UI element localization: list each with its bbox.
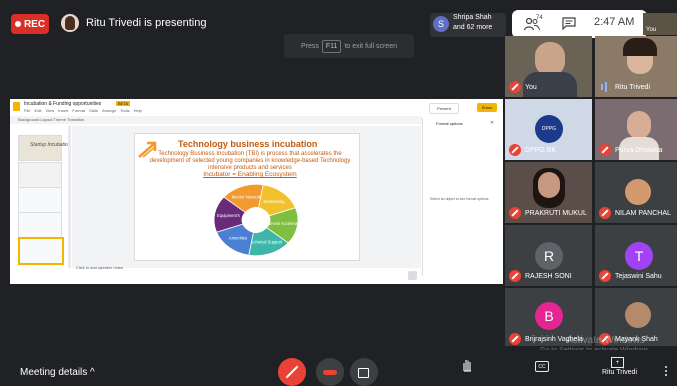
chip-name: Shripa Shah (453, 14, 492, 21)
slide-thumbnail (18, 187, 62, 213)
format-options-title: Format options (436, 121, 463, 126)
slide-thumbnail-selected (18, 237, 64, 265)
participant-name: DPPG BK (525, 147, 557, 154)
participant-tile-rajesh[interactable]: R RAJESH SONI (505, 225, 592, 286)
dppg-logo: DPPG (535, 115, 563, 143)
present-button: Present (429, 103, 459, 114)
slide-thumbnail (18, 162, 62, 188)
mic-toggle-button[interactable] (278, 358, 306, 386)
wheel-segment-label: Mentor Network (232, 195, 262, 200)
slides-toolbar: Background Layout Theme Transition (10, 116, 422, 124)
mic-off-icon (509, 81, 521, 93)
meeting-details-button[interactable]: Meeting details ^ (20, 367, 95, 378)
document-title: Incubation & Funding opportunities (24, 101, 102, 107)
windows-activation-title: Activate Windows (566, 335, 645, 346)
slide-thumbnail-title: Startup Incubation (30, 142, 71, 148)
end-call-button[interactable] (316, 358, 344, 386)
participant-name: Purva Dholakia (615, 147, 663, 154)
wheel-segment-label: Networking (264, 199, 286, 204)
participant-avatar: R (535, 242, 563, 270)
participant-name: PRAKRUTI MUKUL (525, 210, 587, 217)
participant-tile-ritu[interactable]: Ritu Trivedi (595, 36, 677, 97)
participant-hair (623, 38, 657, 56)
participant-tile-prakruti[interactable]: PRAKRUTI MUKUL (505, 162, 592, 223)
participant-tile-purva[interactable]: Purva Dholakia (595, 99, 677, 160)
mic-off-icon (509, 333, 521, 345)
slides-logo-icon (13, 102, 20, 111)
share-button: Share (477, 103, 497, 112)
participant-tile-tejaswini[interactable]: T Tejaswini Sahu (595, 225, 677, 286)
format-options-hint: Select an object to see format options (430, 197, 489, 201)
shared-screen: Incubation & Funding opportunities BETA … (10, 99, 503, 284)
vertical-ruler (68, 126, 71, 268)
present-now-icon[interactable]: + (611, 357, 624, 368)
slide-thumbnail (18, 135, 62, 161)
more-options-icon[interactable] (665, 366, 667, 376)
mic-off-icon (509, 270, 521, 282)
participant-photo (625, 302, 651, 328)
slide-title: Technology business incubation (178, 139, 318, 149)
record-icon (14, 21, 21, 27)
wheel-segment-label: Business Acceleration (263, 221, 305, 226)
participant-video (535, 42, 565, 76)
mic-off-icon (599, 144, 611, 156)
wheel-center (243, 207, 269, 233)
participant-name: RAJESH SONI (525, 273, 572, 280)
participant-photo (625, 179, 651, 205)
participant-tile-dppg[interactable]: DPPG DPPG BK (505, 99, 592, 160)
participant-name: NILAM PANCHAL (615, 210, 671, 217)
raise-hand-icon[interactable] (461, 358, 473, 372)
mic-off-icon (599, 270, 611, 282)
participant-video (538, 172, 560, 198)
slide-subtitle: Incubator = Enabling Ecosystem (203, 171, 297, 178)
fullscreen-hint-suffix: to exit full screen (344, 42, 397, 50)
camera-toggle-button[interactable] (350, 358, 378, 386)
fullscreen-hint: Press F11 to exit full screen (284, 34, 414, 58)
rec-label: REC (23, 18, 46, 30)
wheel-segment-label: Equipment's (217, 213, 240, 218)
speaker-notes: Click to add speaker notes (76, 265, 124, 270)
participant-name: Ritu Trivedi (615, 84, 651, 91)
meeting-details-label: Meeting details (20, 367, 88, 378)
slide-body: Technology Business Incubation (TBI) is … (149, 151, 351, 171)
slide-thumbnail (18, 212, 62, 238)
explore-icon (408, 271, 417, 280)
chip-avatar: S (433, 16, 449, 32)
people-count: 74 (536, 15, 543, 21)
fullscreen-hint-prefix: Press (301, 42, 319, 50)
recording-badge: REC (11, 14, 49, 34)
speaking-indicator-icon (605, 82, 607, 92)
participant-avatar: B (535, 302, 563, 330)
beta-badge: BETA (116, 101, 131, 106)
mic-off-icon (509, 144, 521, 156)
wheel-segment-label: Technical Support (249, 239, 283, 244)
participant-avatar: T (625, 242, 653, 270)
close-icon: ✕ (490, 120, 495, 126)
chevron-up-icon: ^ (90, 367, 95, 378)
mic-off-icon (599, 207, 611, 219)
participant-tile-nilam[interactable]: NILAM PANCHAL (595, 162, 677, 223)
wheel-segment-label: Amenities (229, 235, 247, 240)
fullscreen-key: F11 (321, 39, 342, 53)
participant-name: Tejaswini Sahu (615, 273, 662, 280)
mic-off-icon (509, 207, 521, 219)
captions-icon[interactable]: CC (535, 361, 549, 372)
self-preview-label: You (646, 27, 657, 33)
participant-tile-you[interactable]: You (505, 36, 592, 97)
presenting-status: Ritu Trivedi is presenting (86, 17, 207, 29)
participant-name: You (525, 84, 537, 91)
chip-more: and 62 more (453, 24, 493, 31)
presenting-label: Ritu Trivedi (602, 369, 638, 376)
speaking-indicator-icon (601, 84, 603, 90)
participant-video (627, 111, 651, 139)
chat-icon[interactable] (562, 17, 576, 30)
presenter-avatar (61, 14, 79, 32)
menu-bar: File Edit View Insert Format Slide Arran… (24, 108, 142, 113)
incubation-wheel-diagram: Equipment's Mentor NetworkNetworking Busin… (213, 183, 305, 257)
clock: 2:47 AM (594, 16, 635, 28)
